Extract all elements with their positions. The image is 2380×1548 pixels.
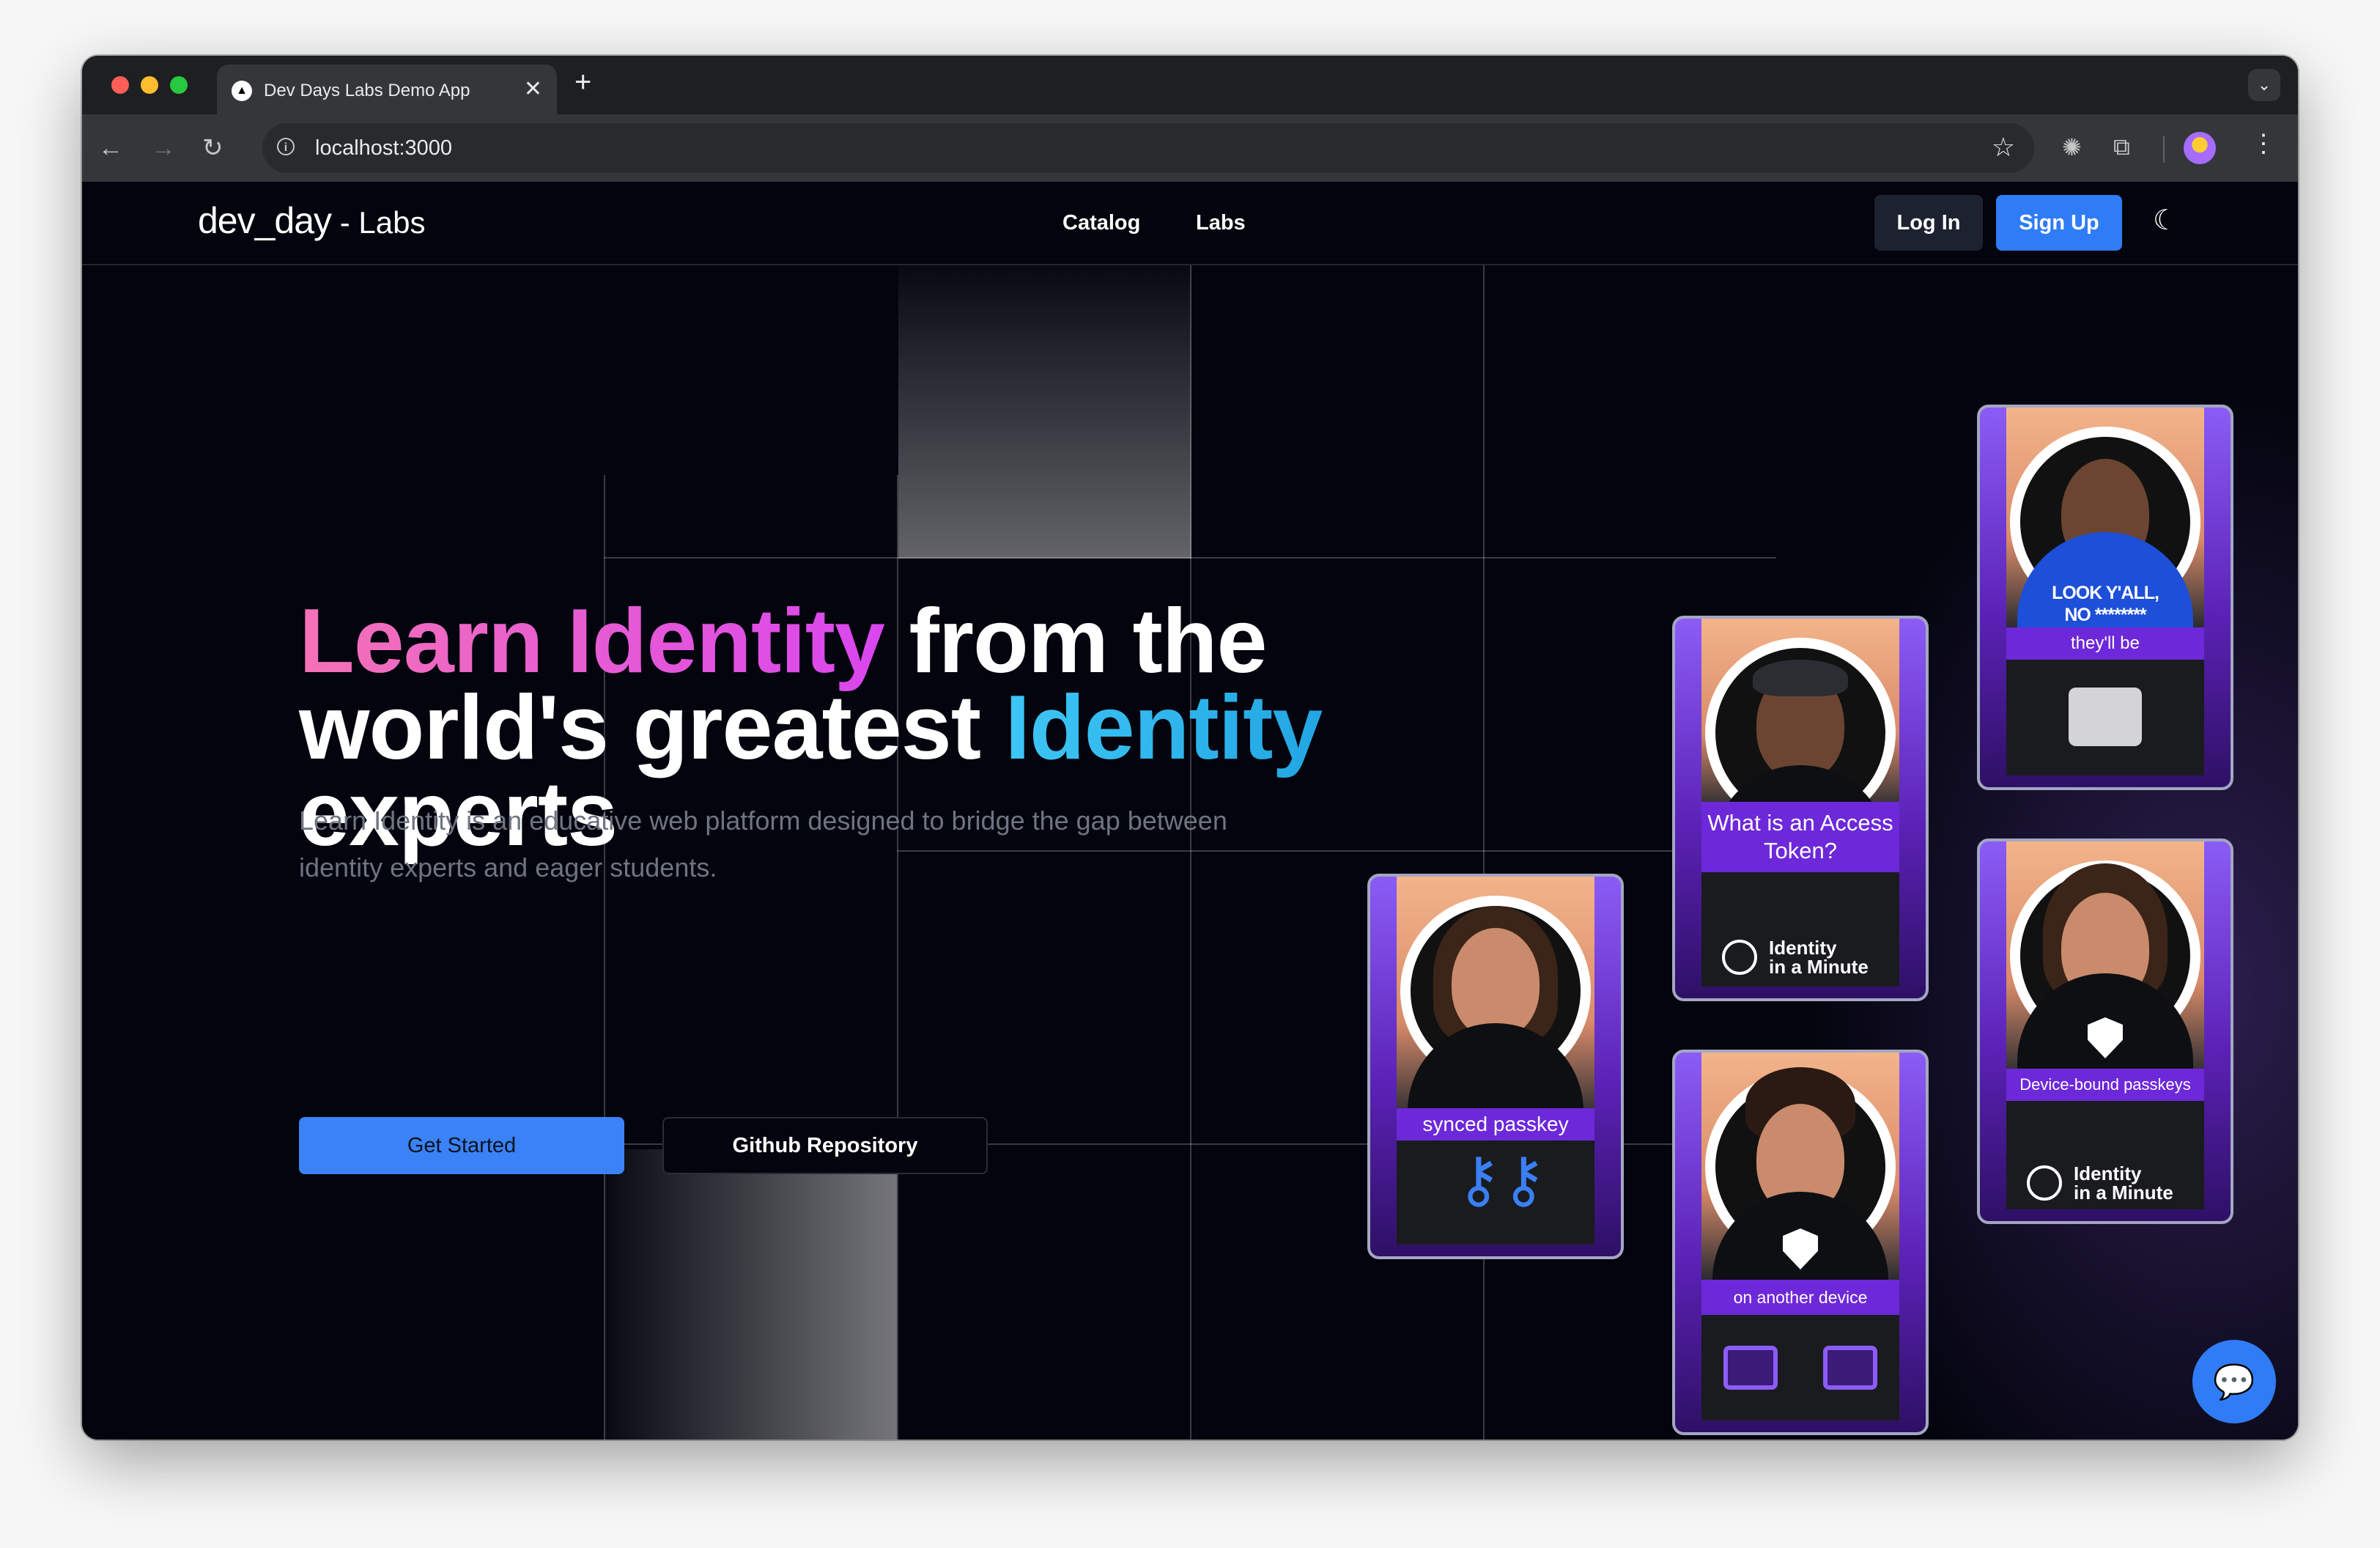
stopwatch-icon bbox=[1722, 940, 1757, 975]
logo-text: dev_day bbox=[198, 200, 332, 241]
video-caption: Device-bound passkeys bbox=[2006, 1069, 2204, 1101]
theme-toggle-moon-icon[interactable]: ☾ bbox=[2153, 204, 2178, 237]
back-arrow-icon[interactable]: ← bbox=[98, 130, 123, 166]
tshirt-line-2: NO ******** bbox=[2064, 605, 2146, 625]
presenter-photo bbox=[1397, 877, 1594, 1118]
video-thumbnail: synced passkey ⚷⚷ bbox=[1397, 877, 1594, 1245]
monitor-icon bbox=[1723, 1346, 1778, 1390]
stopwatch-icon bbox=[2027, 1165, 2062, 1201]
address-bar[interactable]: i localhost:3000 ☆ bbox=[262, 123, 2034, 173]
presenter-face bbox=[1452, 928, 1540, 1038]
video-caption: synced passkey bbox=[1397, 1108, 1594, 1140]
grid-line bbox=[1483, 265, 1485, 1440]
chat-support-button[interactable]: 💬 bbox=[2192, 1340, 2276, 1423]
reload-icon[interactable]: ↻ bbox=[202, 130, 223, 166]
browser-toolbar: ← → ↻ i localhost:3000 ☆ ✺ ⧉ ⋮ bbox=[82, 114, 2298, 182]
triangle-favicon-icon: ▲ bbox=[232, 81, 252, 101]
video-caption: they'll be bbox=[2006, 627, 2204, 660]
logo-suffix: - Labs bbox=[331, 205, 426, 240]
video-thumbnail: What is an Access Token? Identity in a M… bbox=[1701, 619, 1899, 987]
login-button[interactable]: Log In bbox=[1874, 195, 1983, 251]
presenter-photo bbox=[1701, 619, 1899, 853]
browser-window-icon bbox=[1823, 1346, 1877, 1390]
extension-icon[interactable]: ✺ bbox=[2062, 133, 2082, 161]
video-card-no-passwords[interactable]: LOOK Y'ALL, NO ******** they'll be bbox=[1977, 405, 2233, 790]
badge-line-2: in a Minute bbox=[2074, 1182, 2173, 1204]
video-thumbnail: LOOK Y'ALL, NO ******** they'll be bbox=[2006, 408, 2204, 775]
grid-glow bbox=[898, 265, 1191, 559]
bookmark-star-icon[interactable]: ☆ bbox=[1992, 132, 2015, 163]
badge-line-2: in a Minute bbox=[1769, 956, 1869, 978]
site-info-icon[interactable]: i bbox=[277, 138, 295, 155]
new-tab-button[interactable]: + bbox=[574, 66, 591, 99]
tab-title: Dev Days Labs Demo App bbox=[264, 81, 470, 100]
github-repository-button[interactable]: Github Repository bbox=[662, 1117, 988, 1174]
close-window-button[interactable] bbox=[111, 76, 129, 94]
tshirt-line-1: LOOK Y'ALL, bbox=[2052, 583, 2159, 603]
presenter-photo: LOOK Y'ALL, NO ******** bbox=[2006, 408, 2204, 635]
video-card-synced-passkey[interactable]: synced passkey ⚷⚷ bbox=[1367, 874, 1624, 1259]
video-caption: What is an Access Token? bbox=[1701, 802, 1899, 872]
badge-line-1: Identity bbox=[2074, 1162, 2142, 1184]
video-thumbnail: Device-bound passkeys Identity in a Minu… bbox=[2006, 841, 2204, 1209]
presenter-photo bbox=[2006, 841, 2204, 1083]
signup-button[interactable]: Sign Up bbox=[1996, 195, 2122, 251]
close-tab-icon[interactable]: ✕ bbox=[524, 76, 542, 102]
tshirt-text: LOOK Y'ALL, NO ******** bbox=[2006, 582, 2204, 626]
profile-avatar[interactable] bbox=[2184, 132, 2216, 164]
site-logo[interactable]: dev_day - Labs bbox=[198, 199, 425, 242]
hero-description: Learn Identity is an educative web platf… bbox=[299, 806, 1227, 882]
grid-glow bbox=[604, 1149, 897, 1440]
hero-title-highlight-2: Identity bbox=[1005, 677, 1323, 778]
maximize-window-button[interactable] bbox=[170, 76, 188, 94]
chat-bubbles-icon: 💬 bbox=[2213, 1363, 2255, 1401]
video-card-device-bound-passkeys[interactable]: Device-bound passkeys Identity in a Minu… bbox=[1977, 838, 2233, 1224]
nav-link-labs[interactable]: Labs bbox=[1196, 211, 1246, 235]
browser-menu-icon[interactable]: ⋮ bbox=[2251, 129, 2276, 158]
passkey-keys-icon: ⚷⚷ bbox=[1456, 1145, 1547, 1214]
tab-strip: ▲ Dev Days Labs Demo App ✕ + ⌄ bbox=[82, 56, 2298, 114]
forward-arrow-icon[interactable]: → bbox=[151, 130, 176, 166]
video-thumbnail: on another device bbox=[1701, 1053, 1899, 1420]
browser-tab[interactable]: ▲ Dev Days Labs Demo App ✕ bbox=[217, 64, 557, 114]
minimize-window-button[interactable] bbox=[141, 76, 158, 94]
badge-line-1: Identity bbox=[1769, 937, 1837, 959]
web-page: dev_day - Labs Catalog Labs Log In Sign … bbox=[82, 182, 2298, 1440]
toolbar-divider bbox=[2163, 136, 2165, 163]
tab-search-button[interactable]: ⌄ bbox=[2248, 69, 2280, 101]
video-caption: on another device bbox=[1701, 1280, 1899, 1315]
video-card-access-token[interactable]: What is an Access Token? Identity in a M… bbox=[1672, 616, 1929, 1001]
password-dialog-icon bbox=[2069, 688, 2142, 746]
extensions-puzzle-icon[interactable]: ⧉ bbox=[2113, 133, 2130, 161]
browser-window: ▲ Dev Days Labs Demo App ✕ + ⌄ ← → ↻ i l… bbox=[82, 56, 2298, 1440]
site-header: dev_day - Labs Catalog Labs Log In Sign … bbox=[82, 182, 2298, 265]
get-started-button[interactable]: Get Started bbox=[299, 1117, 624, 1174]
nav-link-catalog[interactable]: Catalog bbox=[1062, 211, 1140, 235]
url-text[interactable]: localhost:3000 bbox=[315, 136, 452, 161]
presenter-photo bbox=[1701, 1053, 1899, 1287]
video-card-another-device[interactable]: on another device bbox=[1672, 1050, 1929, 1435]
presenter-cap bbox=[1753, 660, 1848, 696]
